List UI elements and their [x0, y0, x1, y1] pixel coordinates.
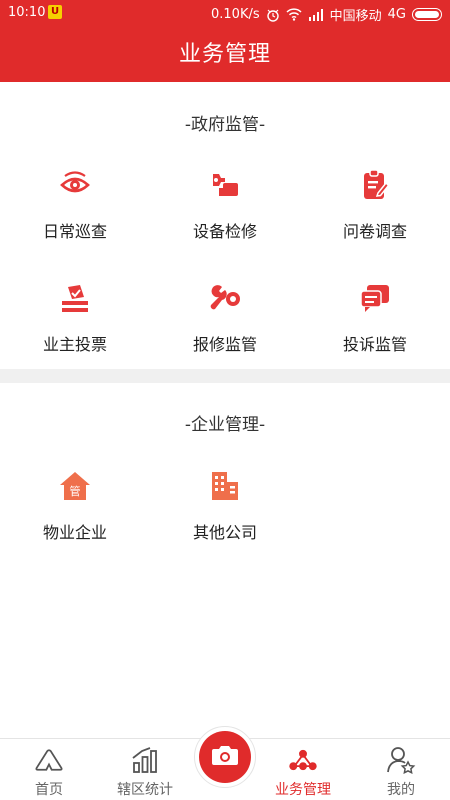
tile-label: 业主投票 [42, 335, 107, 354]
tile-label: 物业企业 [42, 523, 107, 542]
camera-icon [211, 743, 239, 771]
house-manage-icon: 管 [58, 469, 92, 503]
tile-repair-supervision[interactable]: 报修监管 [150, 281, 300, 371]
tile-label: 报修监管 [192, 335, 257, 354]
tile-equipment-repair[interactable]: 设备检修 [150, 168, 300, 258]
building-icon [208, 469, 242, 503]
notification-badge-icon: U [48, 5, 62, 19]
tab-business-management[interactable]: 业务管理 [258, 739, 348, 800]
svg-text:管: 管 [70, 484, 81, 498]
tile-label: 设备检修 [192, 222, 257, 241]
gov-section: -政府监管- 日常巡查 设备检修 问卷调查 业主投票 报修监管 投诉监管 [0, 82, 450, 369]
tab-district-stats[interactable]: 辖区统计 [100, 739, 190, 800]
tile-label: 日常巡查 [42, 222, 107, 241]
ent-section: -企业管理- 管 物业企业 其他公司 [0, 383, 450, 738]
section-divider [0, 369, 450, 383]
tile-owner-vote[interactable]: 业主投票 [0, 281, 150, 371]
clipboard-edit-icon [358, 168, 392, 202]
tile-label: 其他公司 [192, 523, 257, 542]
tile-other-companies[interactable]: 其他公司 [150, 469, 300, 559]
status-bar: 10:10 U 0.10K/s 中国移动 4G [0, 0, 450, 26]
chat-lines-icon [358, 281, 392, 315]
home-icon [34, 745, 64, 775]
tile-daily-inspection[interactable]: 日常巡查 [0, 168, 150, 258]
wrench-hand-icon [208, 168, 242, 202]
wifi-icon [286, 8, 302, 21]
camera-button[interactable] [199, 731, 251, 783]
tab-label: 辖区统计 [117, 782, 173, 798]
page-title: 业务管理 [178, 42, 271, 67]
user-star-icon [386, 745, 416, 775]
status-right: 0.10K/s 中国移动 4G [211, 5, 442, 24]
ent-section-title: -企业管理- [184, 415, 266, 435]
tab-label: 业务管理 [275, 782, 331, 798]
carrier-name: 中国移动 [329, 9, 382, 24]
battery-icon [412, 8, 442, 21]
tab-home[interactable]: 首页 [4, 739, 94, 800]
tab-label: 首页 [35, 782, 63, 798]
tab-mine[interactable]: 我的 [356, 739, 446, 800]
wrench-gear-icon [208, 281, 242, 315]
ballot-box-icon [58, 281, 92, 315]
tile-questionnaire[interactable]: 问卷调查 [300, 168, 450, 258]
signal-icon [308, 8, 324, 21]
tab-label: 我的 [387, 782, 415, 798]
gov-section-title: -政府监管- [184, 115, 266, 135]
status-time: 10:10 [8, 5, 46, 20]
tile-complaint-supervision[interactable]: 投诉监管 [300, 281, 450, 371]
tile-label: 投诉监管 [342, 335, 407, 354]
top-bar: 10:10 U 0.10K/s 中国移动 4G 业务管理 [0, 0, 450, 82]
tile-label: 问卷调查 [342, 222, 407, 241]
alarm-icon [266, 8, 280, 22]
tile-property-company[interactable]: 管 物业企业 [0, 469, 150, 559]
network-icon [288, 745, 318, 775]
network-speed: 0.10K/s [211, 7, 260, 22]
bar-chart-icon [130, 745, 160, 775]
eye-icon [58, 168, 92, 202]
network-type: 4G [387, 7, 406, 22]
